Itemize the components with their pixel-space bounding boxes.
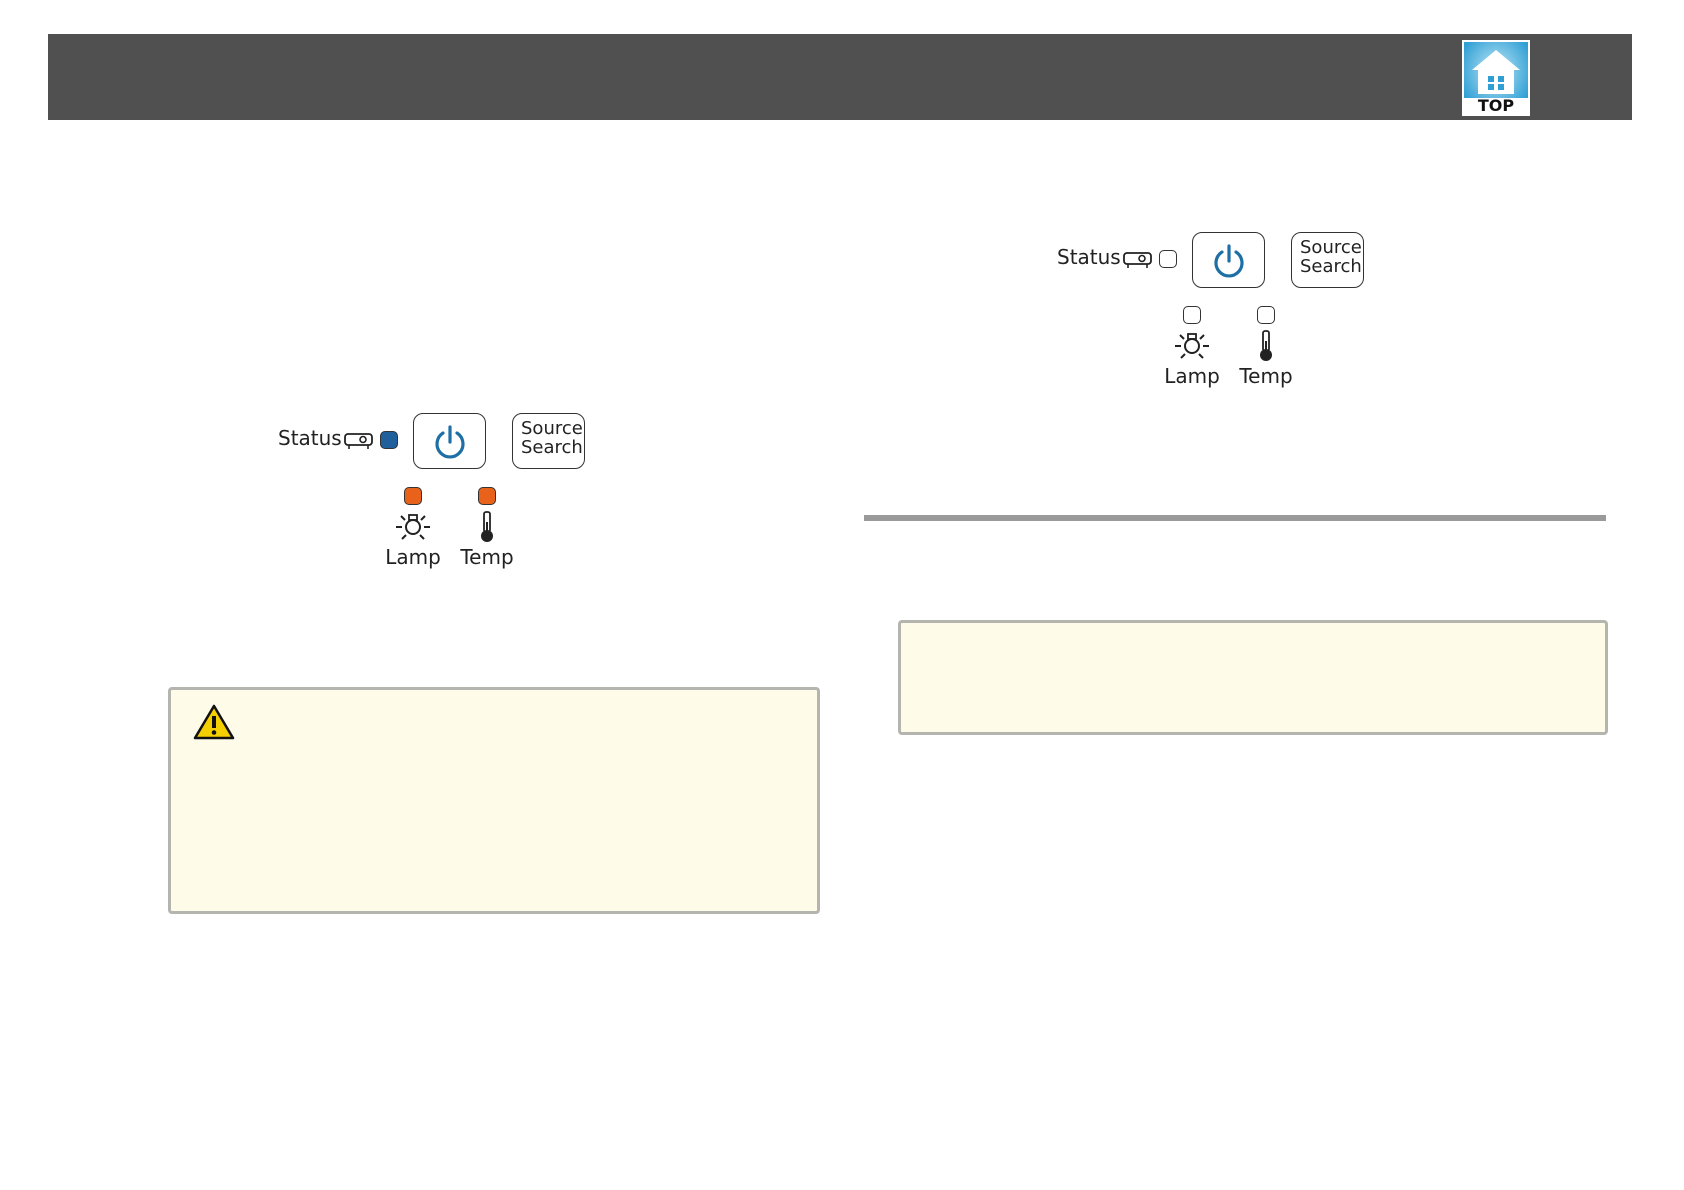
- status-led: [1159, 250, 1177, 268]
- status-label: Status: [278, 426, 342, 450]
- source-search-button[interactable]: Source Search: [1291, 232, 1364, 288]
- control-panel-diagram: Status Source Search Lamp Temp: [1057, 229, 1377, 404]
- warning-callout: [168, 687, 820, 914]
- lamp-led: [1183, 306, 1201, 324]
- temp-label: Temp: [460, 545, 514, 569]
- temp-label: Temp: [1239, 364, 1293, 388]
- warning-triangle-icon: [193, 704, 235, 740]
- control-panel-diagram: Status Source Search Lamp Temp: [278, 410, 598, 585]
- lamp-label: Lamp: [1164, 364, 1220, 388]
- power-button[interactable]: [1192, 232, 1265, 288]
- status-led: [380, 431, 398, 449]
- temp-led: [478, 487, 496, 505]
- status-label: Status: [1057, 245, 1121, 269]
- projector-icon: [1123, 252, 1152, 268]
- thermometer-icon: [481, 511, 493, 542]
- lamp-label: Lamp: [385, 545, 441, 569]
- note-callout: [898, 620, 1608, 735]
- source-search-label-line2: Search: [521, 437, 583, 458]
- source-search-button[interactable]: Source Search: [512, 413, 585, 469]
- power-button[interactable]: [413, 413, 486, 469]
- power-icon: [435, 425, 465, 459]
- lamp-icon: [1175, 333, 1209, 359]
- section-divider: [864, 515, 1606, 521]
- source-search-label-line2: Search: [1300, 256, 1362, 277]
- source-search-label-line1: Source: [521, 418, 583, 439]
- header-bar: [48, 34, 1632, 120]
- source-search-label-line1: Source: [1300, 237, 1362, 258]
- top-button[interactable]: TOP: [1462, 40, 1530, 116]
- power-icon: [1214, 244, 1244, 278]
- lamp-icon: [396, 514, 430, 540]
- top-button-label: TOP: [1477, 96, 1515, 115]
- temp-led: [1257, 306, 1275, 324]
- thermometer-icon: [1260, 330, 1272, 361]
- lamp-led: [404, 487, 422, 505]
- projector-icon: [344, 433, 373, 449]
